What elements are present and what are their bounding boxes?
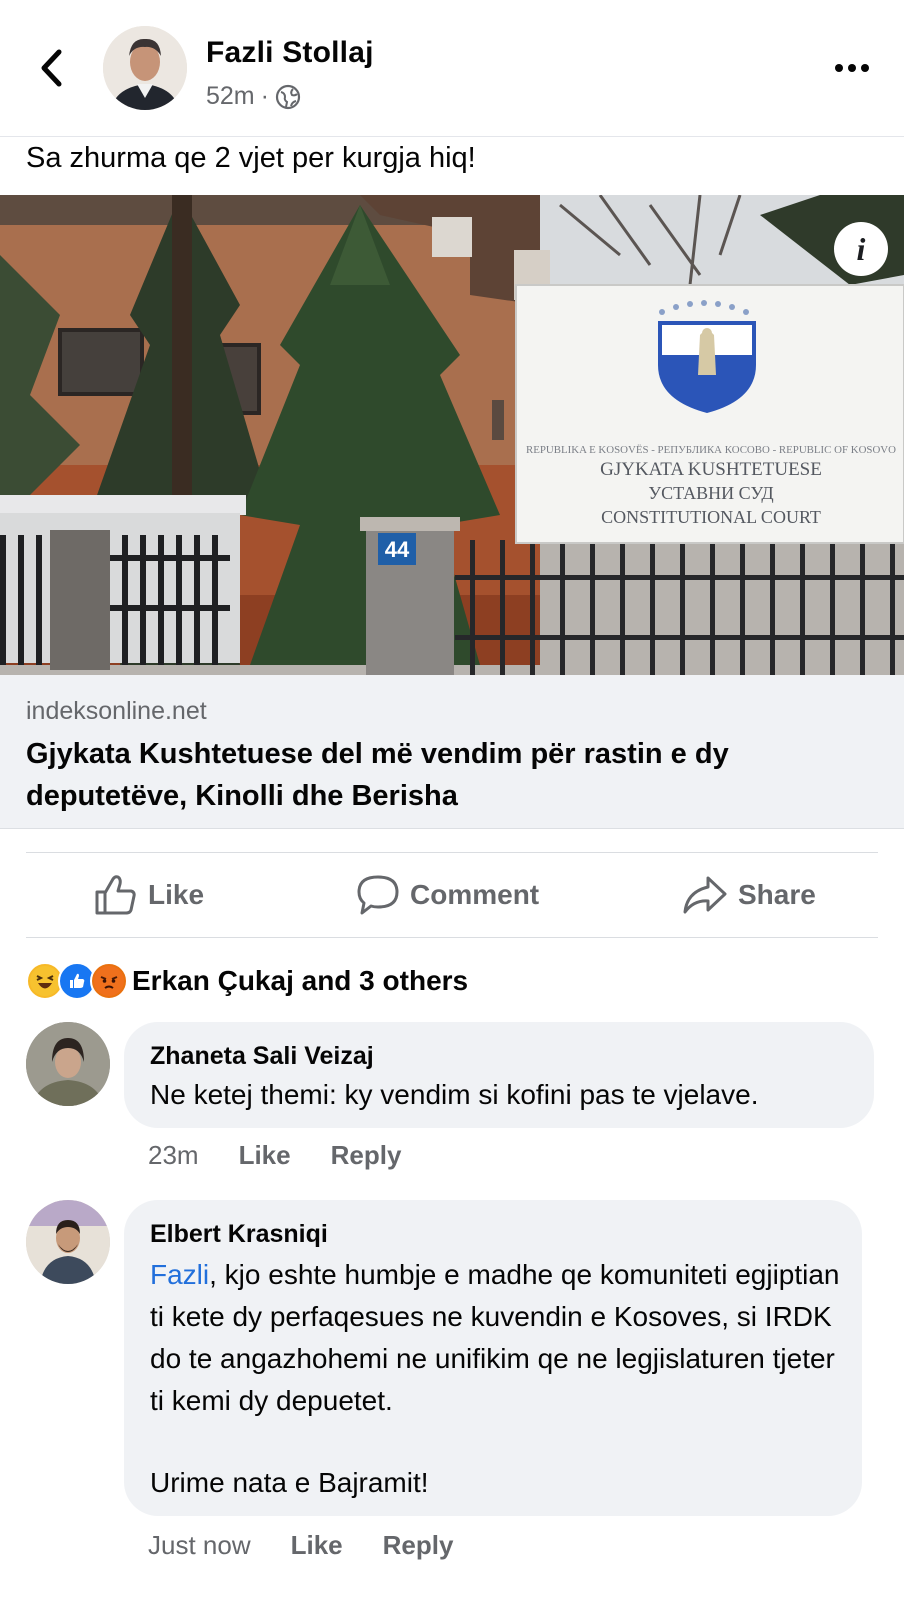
sign-line-1: REPUBLIKA E KOSOVËS - РЕПУБЛИКА КОСОВО -…: [526, 444, 896, 456]
commenter-name[interactable]: Zhaneta Sali Veizaj: [150, 1042, 374, 1071]
more-icon: [835, 64, 869, 72]
comment-icon: [357, 875, 399, 915]
comment-bubble[interactable]: Zhaneta Sali Veizaj Ne ketej themi: ky v…: [124, 1022, 874, 1128]
back-button[interactable]: [34, 46, 68, 90]
sign-line-2: GJYKATA KUSHTETUESE: [600, 459, 822, 480]
comment-label: Comment: [410, 879, 540, 910]
reactions-summary[interactable]: Erkan Çukaj and 3 others: [26, 962, 468, 1000]
like-button[interactable]: Like: [94, 853, 204, 937]
comment-actions: Just now Like Reply: [148, 1530, 453, 1561]
author-avatar[interactable]: [103, 26, 187, 110]
comment-time: 23m: [148, 1140, 199, 1170]
share-icon: [683, 876, 727, 914]
share-label: Share: [738, 879, 816, 910]
comment-reply-button[interactable]: Reply: [331, 1140, 402, 1171]
link-preview[interactable]: indeksonline.net Gjykata Kushtetuese del…: [0, 675, 904, 829]
share-button[interactable]: Share: [682, 853, 816, 937]
post-actions-bar: Like Comment Share: [26, 852, 878, 938]
house-number: 44: [385, 537, 410, 562]
commenter-avatar[interactable]: [26, 1022, 110, 1106]
mention-link[interactable]: Fazli: [150, 1259, 209, 1290]
meta-separator: ·: [260, 82, 269, 110]
comment-text: Fazli, kjo eshte humbje e madhe qe komun…: [150, 1254, 850, 1422]
thumbs-up-icon: [95, 875, 136, 915]
comment-reply-button[interactable]: Reply: [383, 1530, 454, 1561]
chevron-left-icon: [41, 49, 62, 87]
sign-line-4: CONSTITUTIONAL COURT: [601, 507, 821, 527]
comment-time: Just now: [148, 1530, 251, 1560]
comment-text: Ne ketej themi: ky vendim si kofini pas …: [150, 1079, 759, 1110]
comment-like-button[interactable]: Like: [291, 1530, 343, 1561]
author-name[interactable]: Fazli Stollaj: [206, 36, 374, 70]
like-label: Like: [148, 879, 205, 910]
link-preview-image[interactable]: 44 REPUBLIKA E KOSOVËS - РЕПУБЛИКА КОСОВ…: [0, 195, 904, 675]
link-title: Gjykata Kushtetuese del më vendim për ra…: [26, 738, 729, 812]
commenter-name[interactable]: Elbert Krasniqi: [150, 1220, 328, 1249]
comment-like-button[interactable]: Like: [239, 1140, 291, 1171]
post-caption: Sa zhurma qe 2 vjet per kurgja hiq!: [26, 142, 476, 174]
post-meta: 52m ·: [206, 82, 301, 111]
comment-button[interactable]: Comment: [356, 853, 539, 937]
reactions-text: Erkan Çukaj and 3 others: [132, 965, 469, 996]
comment-text-line: Urime nata e Bajramit!: [150, 1467, 429, 1498]
angry-reaction-icon: [90, 962, 128, 1000]
comment-actions: 23m Like Reply: [148, 1140, 401, 1171]
sign-line-3: УСТАВНИ СУД: [648, 483, 773, 503]
more-options-button[interactable]: [830, 54, 874, 82]
post-time[interactable]: 52m: [206, 82, 255, 111]
link-domain: indeksonline.net: [26, 697, 207, 725]
comment-bubble[interactable]: Elbert Krasniqi Fazli, kjo eshte humbje …: [124, 1200, 862, 1516]
post-header: Fazli Stollaj 52m ·: [0, 0, 904, 137]
commenter-avatar[interactable]: [26, 1200, 110, 1284]
globe-icon: [275, 84, 301, 109]
comment-body: , kjo eshte humbje e madhe qe komuniteti…: [150, 1259, 840, 1416]
info-button[interactable]: i: [834, 222, 888, 276]
